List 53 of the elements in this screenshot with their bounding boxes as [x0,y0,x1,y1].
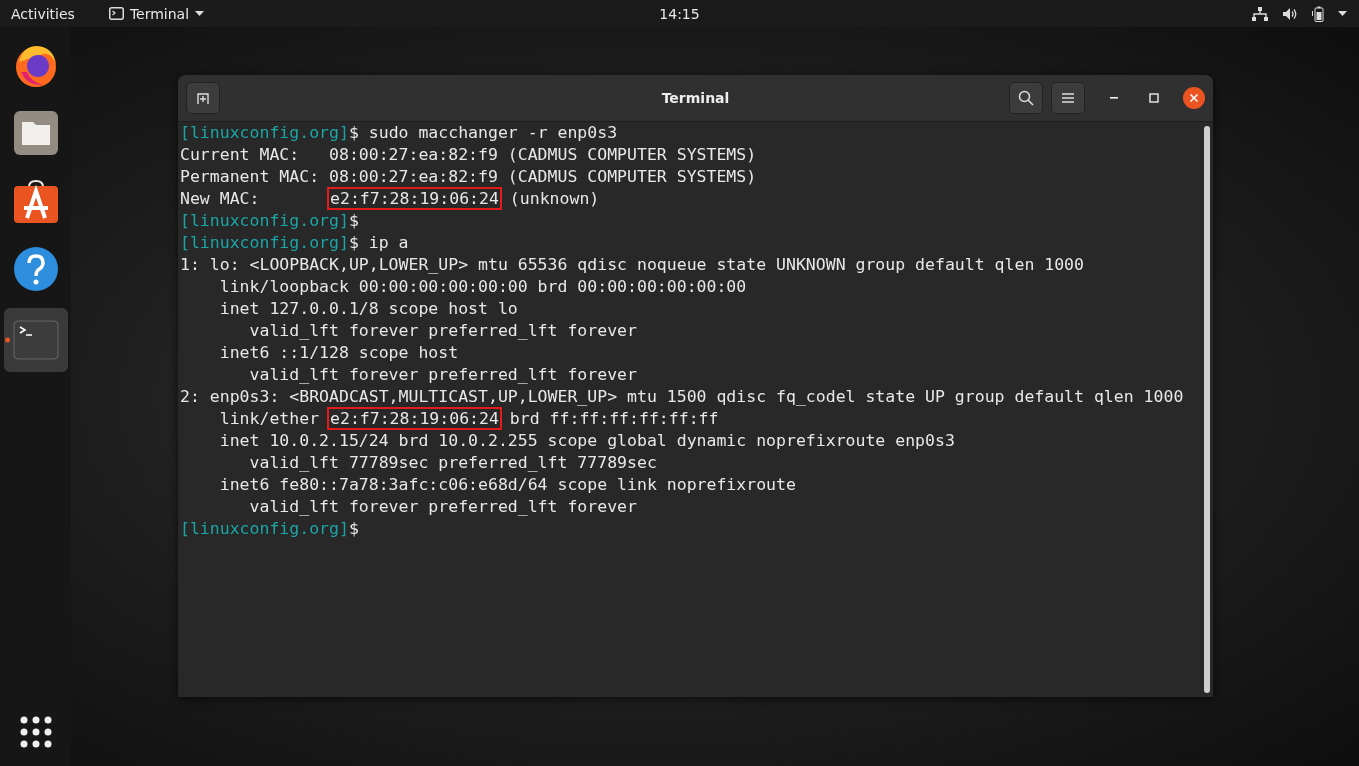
terminal-text: inet6 fe80::7a78:3afc:c06:e68d/64 scope link noprefixroute [218,475,796,494]
volume-icon [1282,6,1298,21]
network-icon [1252,6,1268,21]
window-title: Terminal [661,90,730,106]
terminal-text: $ [348,519,359,538]
close-button[interactable] [1183,87,1205,109]
terminal-text: link/loopback 00:00:00:00:00:00 brd 00:00:00:00:00:00 [218,277,747,296]
terminal-text: $ ip a [348,233,409,252]
shell-prompt: [linuxconfig.org] [180,233,349,252]
terminal-text: valid_lft forever preferred_lft forever [248,321,637,340]
terminal-text: 2: enp0s3: <BROADCAST,MULTICAST,UP,LOWER_UP> mtu 1500 qdisc fq_codel state UP group default qlen 1000 [180,387,1184,406]
terminal-text: $ sudo macchanger -r enp0s3 [348,123,618,142]
shopping-bag-icon [12,178,59,224]
folder-icon [12,110,59,156]
minimize-icon [1110,97,1118,99]
battery-icon [1312,5,1324,22]
terminal-text: valid_lft 77789sec preferred_lft 77789sec [248,453,657,472]
caret-icon [195,10,205,17]
terminal-text: Current MAC: 08:00:27:ea:82:f9 (CADMUS COMPUTER SYSTEMS) [180,145,757,164]
highlighted-mac-address: e2:f7:28:19:06:24 [329,189,500,208]
search-button[interactable] [1009,82,1043,114]
terminal-text: New MAC: [180,189,261,208]
menu-button[interactable] [1051,82,1085,114]
terminal-text: (unknown) [508,189,600,208]
terminal-icon [12,320,59,360]
maximize-icon [1149,93,1159,103]
caret-icon [1338,10,1347,17]
app-menu[interactable]: Terminal [98,0,215,27]
new-tab-button[interactable] [186,82,220,114]
shell-prompt: [linuxconfig.org] [180,211,349,230]
terminal-icon [108,7,124,20]
menu-icon [1061,92,1075,104]
shell-prompt: [linuxconfig.org] [180,519,349,538]
activities-button[interactable]: Activities [1,0,85,27]
terminal-text: brd ff:ff:ff:ff:ff:ff [508,409,719,428]
highlighted-mac-address: e2:f7:28:19:06:24 [329,409,500,428]
terminal-text: Permanent MAC: 08:00:27:ea:82:f9 (CADMUS COMPUTER SYSTEMS) [180,167,757,186]
terminal-text: inet 10.0.2.15/24 brd 10.0.2.255 scope global dynamic noprefixroute enp0s3 [218,431,955,450]
terminal-text: link/ether [218,409,321,428]
terminal-text: valid_lft forever preferred_lft forever [248,497,637,516]
shell-prompt: [linuxconfig.org] [180,123,349,142]
terminal-text: $ [348,211,359,230]
scrollbar[interactable] [1204,126,1210,693]
terminal-text: inet6 ::1/128 scope host [218,343,459,362]
close-icon [1189,93,1199,103]
search-icon [1018,90,1034,106]
new-tab-icon [195,90,211,106]
grid-icon [19,716,52,748]
terminal-text: inet 127.0.0.1/8 scope host lo [218,299,518,318]
terminal-text: 1: lo: <LOOPBACK,UP,LOWER_UP> mtu 65536 qdisc noqueue state UNKNOWN group default qlen 1000 [180,255,1084,274]
help-icon [12,246,59,292]
clock[interactable]: 14:15 [649,0,710,27]
terminal-text: valid_lft forever preferred_lft forever [248,365,637,384]
